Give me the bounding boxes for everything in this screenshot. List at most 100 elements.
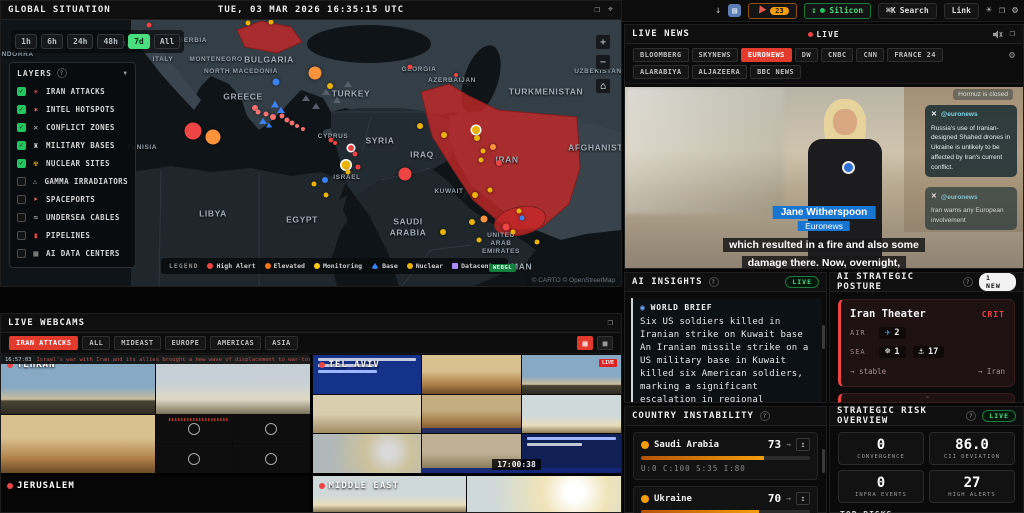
silicon-button[interactable]: ↧ Silicon — [803, 2, 872, 19]
channel-cnn[interactable]: CNN — [856, 48, 885, 62]
layer-checkbox[interactable]: ✓ — [17, 104, 26, 114]
map-marker-blue[interactable] — [322, 177, 328, 183]
map-marker-slate[interactable] — [312, 103, 320, 109]
map-marker-red[interactable] — [184, 122, 202, 140]
channel-euronews[interactable]: EURONEWS — [740, 48, 792, 62]
brightness-icon[interactable]: ☀ — [986, 5, 992, 16]
map-marker-slate[interactable] — [302, 95, 310, 101]
map-expand-icon[interactable]: ❐ — [595, 5, 601, 15]
layer-toggle-iran-attacks[interactable]: ✓ ✶ IRAN ATTACKS — [17, 82, 128, 100]
map-marker-yellow[interactable] — [311, 181, 317, 187]
map-marker-yellow[interactable] — [516, 208, 522, 214]
layer-toggle-military-bases[interactable]: ✓ ♜ MILITARY BASES — [17, 136, 128, 154]
map-marker-slate[interactable] — [322, 89, 330, 95]
channel-cnbc[interactable]: CNBC — [821, 48, 854, 62]
news-expand-icon[interactable]: ❐ — [1010, 29, 1016, 39]
tweet-card[interactable]: ✕ @euronews Iran warns any European involv… — [925, 187, 1017, 231]
layer-toggle-gamma-irradiators[interactable]: ⚠ GAMMA IRRADIATORS — [17, 172, 128, 190]
map-marker-yellow[interactable] — [534, 239, 540, 245]
zoom-out-button[interactable]: − — [595, 54, 611, 70]
map-marker-yellow[interactable] — [345, 169, 351, 175]
map-marker-pink[interactable] — [295, 124, 299, 128]
map-marker-orange[interactable] — [490, 144, 496, 150]
map-marker-red[interactable] — [502, 223, 510, 231]
map-marker-orange[interactable] — [308, 66, 322, 80]
layer-toggle-nuclear-sites[interactable]: ✓ ☢ NUCLEAR SITES — [17, 154, 128, 172]
layer-checkbox[interactable]: ✓ — [17, 122, 26, 132]
map-marker-blue[interactable] — [519, 215, 525, 221]
map-marker-orange[interactable] — [205, 129, 221, 145]
channel-aljazeera[interactable]: ALJAZEERA — [691, 65, 748, 79]
map-marker-red[interactable] — [333, 141, 337, 145]
locate-icon[interactable]: ⌖ — [608, 5, 614, 15]
channel-bbc-news[interactable]: BBC NEWS — [750, 65, 801, 79]
channel-bloomberg[interactable]: BLOOMBERG — [633, 48, 689, 62]
time-filter-1h[interactable]: 1h — [15, 34, 37, 49]
list-view-button[interactable]: ■ — [597, 336, 613, 350]
map-marker-pink[interactable] — [255, 109, 261, 115]
map-marker-yellow[interactable] — [476, 237, 482, 243]
channel-alarabiya[interactable]: ALARABIYA — [633, 65, 689, 79]
map-marker-red[interactable] — [348, 145, 354, 151]
map-marker-yellow[interactable] — [487, 187, 493, 193]
speaker-muted-icon[interactable] — [992, 29, 1003, 39]
map-home-button[interactable]: ⌂ — [595, 78, 611, 94]
layer-checkbox[interactable]: ✓ — [17, 158, 26, 168]
map-marker-blue[interactable] — [277, 107, 285, 113]
tweet-card[interactable]: ✕ @euronews Russia's use of Iranian-design… — [925, 105, 1017, 178]
instability-help-icon[interactable]: ? — [759, 411, 770, 421]
map-marker-pink[interactable] — [279, 113, 285, 119]
channel-dw[interactable]: DW — [794, 48, 818, 62]
map-marker-yellow[interactable] — [510, 229, 516, 235]
layer-checkbox[interactable]: ✓ — [17, 140, 26, 150]
webcam-filter-americas[interactable]: AMERICAS — [210, 336, 262, 350]
risk-help-icon[interactable]: ? — [966, 411, 977, 421]
webcams-expand-icon[interactable]: ❐ — [608, 318, 614, 328]
map-marker-red[interactable] — [146, 22, 152, 28]
webcam-filter-all[interactable]: ALL — [82, 336, 111, 350]
layer-toggle-ai-data-centers[interactable]: ▦ AI DATA CENTERS — [17, 244, 128, 262]
layer-checkbox[interactable] — [17, 212, 26, 222]
map-marker-blue[interactable] — [272, 78, 280, 86]
map-marker-yellow[interactable] — [478, 157, 484, 163]
map-marker-yellow[interactable] — [245, 20, 251, 26]
map-marker-red[interactable] — [352, 151, 358, 157]
map-marker-yellow[interactable] — [474, 135, 480, 141]
map-marker-pink[interactable] — [263, 111, 269, 117]
channel-skynews[interactable]: SKYNEWS — [691, 48, 738, 62]
channels-gear-icon[interactable]: ⚙ — [1009, 50, 1015, 61]
download-icon[interactable]: ↓ — [715, 5, 721, 16]
layer-checkbox[interactable]: ✓ — [17, 86, 26, 96]
zoom-in-button[interactable]: + — [595, 34, 611, 50]
map-marker-yellow[interactable] — [472, 126, 480, 134]
map-marker-red[interactable] — [454, 73, 458, 77]
share-icon[interactable]: ↥ — [796, 438, 810, 451]
alerts-button[interactable]: 23 — [748, 2, 797, 19]
webcam-tel-aviv[interactable]: TEL AVIV LIVE 17:00:38 — [312, 355, 621, 473]
webcam-filter-europe[interactable]: EUROPE — [164, 336, 207, 350]
map-marker-red[interactable] — [496, 160, 502, 166]
insights-scrollbar[interactable] — [822, 324, 825, 349]
map-marker-pink[interactable] — [270, 114, 276, 120]
layer-toggle-conflict-zones[interactable]: ✓ ✕ CONFLICT ZONES — [17, 118, 128, 136]
webcam-filter-asia[interactable]: ASIA — [265, 336, 298, 350]
theater-card-iran[interactable]: Iran Theater CRIT AIR ✈ 2 SEA ☸ 1 ⚓ 17 → st… — [838, 299, 1015, 387]
share-icon[interactable]: ↥ — [796, 492, 810, 505]
layer-toggle-spaceports[interactable]: ➤ SPACEPORTS — [17, 190, 128, 208]
layers-panel-header[interactable]: LAYERS ? ▼ — [17, 68, 128, 78]
map-marker-red[interactable] — [355, 164, 361, 170]
map-marker-pink[interactable] — [301, 127, 305, 131]
map-marker-orange[interactable] — [480, 215, 488, 223]
webcam-middle-east[interactable]: MIDDLE EAST — [312, 476, 621, 512]
fullscreen-icon[interactable]: ❐ — [999, 5, 1005, 16]
layers-help-icon[interactable]: ? — [56, 68, 67, 78]
insights-help-icon[interactable]: ? — [708, 277, 719, 287]
webcam-filter-mideast[interactable]: MIDEAST — [114, 336, 161, 350]
map-marker-yellow[interactable] — [323, 192, 329, 198]
layers-collapse-icon[interactable]: ▼ — [123, 70, 128, 77]
instability-scrollbar[interactable] — [822, 449, 825, 473]
map-marker-yellow[interactable] — [469, 219, 475, 225]
webcam-filter-iran-attacks[interactable]: IRAN ATTACKS — [9, 336, 79, 350]
posture-help-icon[interactable]: ? — [963, 277, 974, 287]
news-video[interactable]: Hormuz is closed Jane Witherspoon Eurone… — [625, 87, 1023, 268]
